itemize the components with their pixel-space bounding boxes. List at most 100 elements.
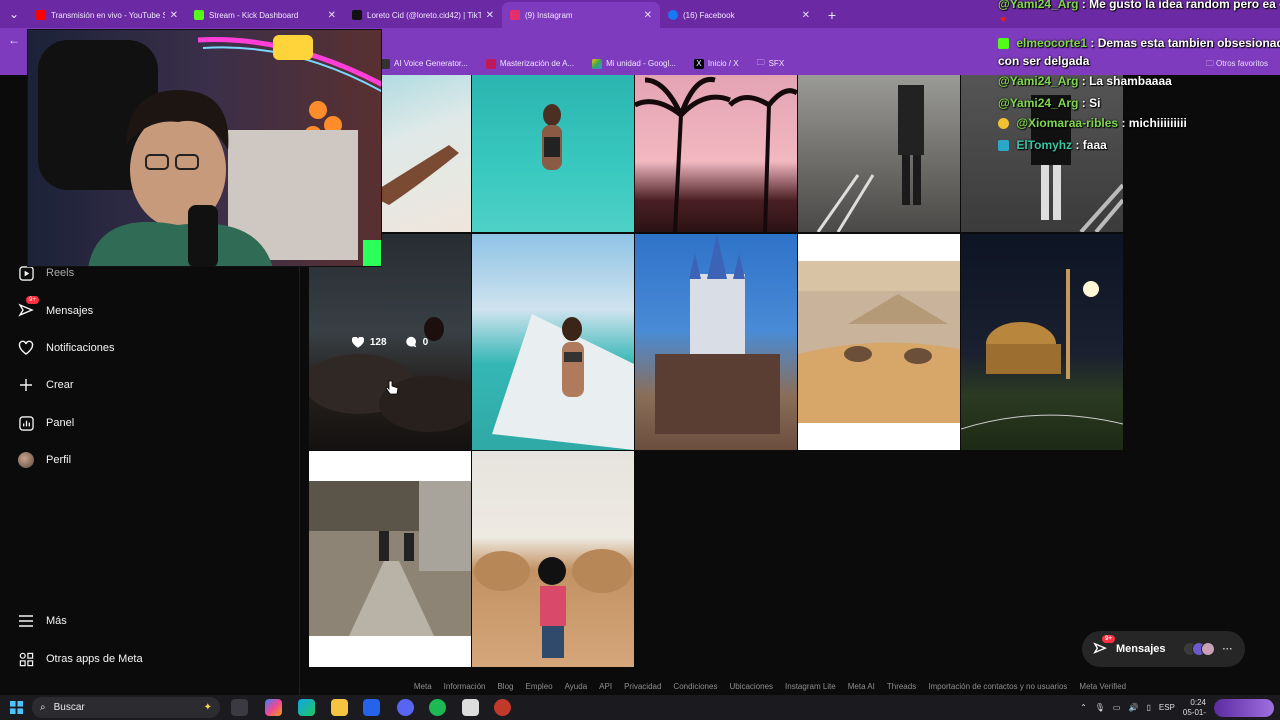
messages-pill-label: Mensajes	[1116, 643, 1166, 655]
nav-meta-apps[interactable]: Otras apps de Meta	[18, 651, 143, 667]
tab-kick[interactable]: Stream - Kick Dashboard ✕	[186, 2, 344, 28]
chat-message: @Yami24_Arg : Me gusto la idea random pe…	[998, 0, 1280, 11]
bookmark-masterizacion[interactable]: Masterización de A...	[485, 58, 574, 69]
close-icon[interactable]: ✕	[802, 10, 810, 21]
volume-icon[interactable]: 🔊	[1128, 703, 1138, 712]
store-icon[interactable]	[363, 699, 380, 716]
back-arrow-icon[interactable]: ←	[8, 33, 20, 47]
footer-link[interactable]: API	[599, 682, 612, 691]
close-icon[interactable]: ✕	[328, 10, 336, 21]
tatooine-darth-vader-image	[474, 549, 632, 658]
nav-label: Más	[46, 615, 67, 627]
network-icon[interactable]: ▭	[1113, 703, 1121, 712]
search-icon: ⌕	[40, 702, 46, 713]
post-thumbnail[interactable]	[472, 451, 634, 667]
footer-link[interactable]: Importación de contactos y no usuarios	[928, 682, 1067, 691]
heart-filled-icon	[351, 336, 364, 348]
post-thumbnail[interactable]	[309, 451, 471, 667]
battery-icon[interactable]: ▯	[1146, 703, 1150, 712]
reels-icon	[18, 265, 34, 281]
chat-username: @Yami24_Arg	[998, 0, 1079, 11]
spotify-icon[interactable]	[429, 699, 446, 716]
bookmark-sfx[interactable]: 🗀 SFX	[757, 57, 785, 71]
footer-link[interactable]: Threads	[887, 682, 916, 691]
footer-link[interactable]: Información	[444, 682, 486, 691]
footer-link[interactable]: Meta AI	[848, 682, 875, 691]
nav-more[interactable]: Más	[18, 613, 67, 629]
tab-search-chevron-icon[interactable]: ⌄	[0, 0, 28, 28]
obs-icon[interactable]	[494, 699, 511, 716]
copilot-icon[interactable]	[265, 699, 282, 716]
chat-username: ElTomyhz	[1016, 138, 1073, 152]
close-icon[interactable]: ✕	[644, 10, 652, 21]
clock-date: 05-01-	[1182, 707, 1206, 717]
taskbar-clock[interactable]: 0:24 05-01-	[1183, 698, 1206, 718]
chat-text: : Demas esta tambien obsesionada	[1090, 36, 1280, 50]
footer-link[interactable]: Ubicaciones	[729, 682, 773, 691]
apps-grid-icon	[18, 651, 34, 667]
post-thumbnail[interactable]	[635, 234, 797, 450]
messages-floating-button[interactable]: 9+ Mensajes ···	[1082, 631, 1245, 667]
post-thumbnail[interactable]	[472, 234, 634, 450]
task-view-icon[interactable]	[231, 699, 248, 716]
system-tray: ⌃ 🎙 ▭ 🔊 ▯ ESP 0:24 05-01-	[1080, 695, 1280, 720]
close-icon[interactable]: ✕	[170, 10, 178, 21]
file-explorer-icon[interactable]	[331, 699, 348, 716]
footer-link[interactable]: Meta	[414, 682, 432, 691]
taskbar-search-box[interactable]: ⌕ Buscar ✦	[32, 697, 220, 718]
bookmark-x[interactable]: X Inicio / X	[693, 58, 739, 69]
close-icon[interactable]: ✕	[486, 10, 494, 21]
tab-youtube[interactable]: Transmisión en vivo - YouTube Stu ✕	[28, 2, 186, 28]
footer-link[interactable]: Instagram Lite	[785, 682, 836, 691]
plus-icon	[18, 377, 34, 393]
gift-badge-icon	[998, 118, 1009, 130]
nav-create[interactable]: Crear	[18, 377, 74, 393]
footer-link[interactable]: Empleo	[525, 682, 552, 691]
windows-start-icon[interactable]	[10, 701, 23, 717]
dashboard-icon	[18, 415, 34, 431]
post-thumbnail[interactable]	[472, 75, 634, 232]
footer-link[interactable]: Blog	[497, 682, 513, 691]
nav-reels[interactable]: Reels	[18, 265, 74, 281]
keyboard-language[interactable]: ESP	[1159, 703, 1175, 712]
facebook-icon	[668, 10, 678, 20]
chat-message: ElTomyhz : faaa	[998, 138, 1107, 152]
nav-label: Perfil	[46, 454, 72, 466]
tab-tiktok[interactable]: Loreto Cid (@loreto.cid42) | TikTok ✕	[344, 2, 502, 28]
chat-text: : Me gusto la idea random pero ea ea	[1081, 0, 1280, 11]
footer-link[interactable]: Privacidad	[624, 682, 661, 691]
messenger-icon: 9+	[18, 296, 39, 319]
chat-message: @Yami24_Arg : La shambaaaa	[998, 74, 1172, 88]
post-thumbnail[interactable]	[798, 75, 960, 232]
nav-messages[interactable]: 9+ Mensajes	[18, 296, 93, 319]
bookmark-google-drive[interactable]: Mi unidad - Googl...	[592, 58, 676, 69]
windows-taskbar: ⌕ Buscar ✦ ⌃ 🎙 ▭ 🔊 ▯ ESP 0:24 05-01-	[0, 695, 1280, 720]
footer-link[interactable]: Ayuda	[565, 682, 588, 691]
bookmark-ai-voice[interactable]: AI Voice Generator...	[380, 58, 468, 69]
chevron-up-icon[interactable]: ⌃	[1080, 703, 1087, 712]
footer-link[interactable]: Meta Verified	[1079, 682, 1126, 691]
post-thumbnail[interactable]	[798, 234, 960, 450]
tab-instagram[interactable]: (9) Instagram ✕	[502, 2, 660, 28]
post-thumbnail[interactable]	[635, 75, 797, 232]
app-icon[interactable]	[462, 699, 479, 716]
chat-message: con ser delgada	[998, 54, 1089, 68]
mosque-night-image	[961, 269, 1123, 430]
discord-icon[interactable]	[397, 699, 414, 716]
post-thumbnail[interactable]	[961, 234, 1123, 450]
nav-panel[interactable]: Panel	[18, 415, 74, 431]
nav-label: Reels	[46, 267, 75, 279]
nav-notifications[interactable]: Notificaciones	[18, 340, 114, 356]
messages-badge: 9+	[26, 296, 39, 304]
new-tab-plus-icon[interactable]: +	[818, 2, 846, 28]
microphone-icon[interactable]: 🎙	[1095, 703, 1105, 712]
instagram-icon	[510, 10, 520, 20]
footer-link[interactable]: Condiciones	[673, 682, 717, 691]
city-street-image	[309, 481, 471, 636]
tab-facebook[interactable]: (16) Facebook ✕	[660, 2, 818, 28]
boat-bikini-image	[492, 314, 634, 450]
nav-profile[interactable]: Perfil	[18, 452, 71, 468]
likes-value: 128	[369, 336, 387, 348]
edge-icon[interactable]	[298, 699, 315, 716]
stream-chat-overlay: @Yami24_Arg : Me gusto la idea random pe…	[996, 0, 1280, 156]
